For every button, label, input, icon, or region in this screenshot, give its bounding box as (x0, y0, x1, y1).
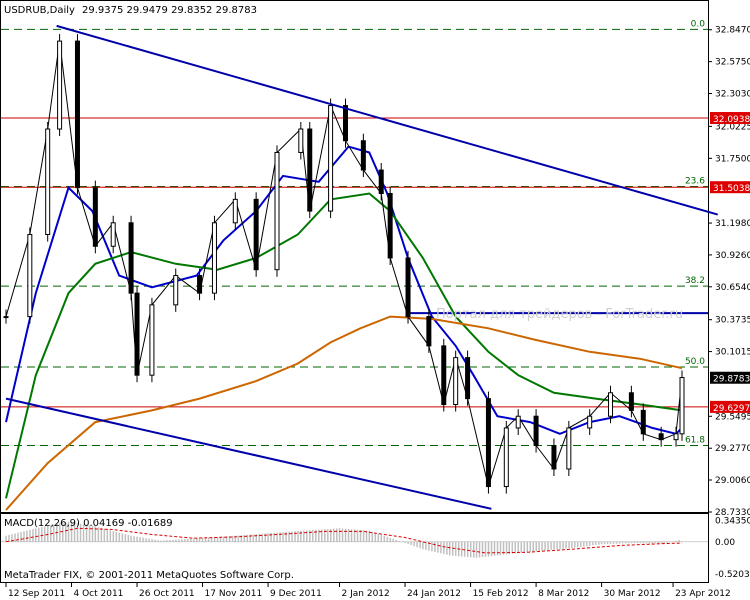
candle-body (197, 275, 203, 294)
y-axis-tick-label: 29.2770 (715, 444, 750, 454)
candle-body (253, 198, 259, 271)
candle-body (298, 128, 304, 153)
candle-body (465, 357, 471, 400)
x-axis-tick-label: 12 Sep 2011 (8, 589, 65, 599)
trend-channel-layer (5, 24, 719, 510)
x-axis-tick-label: 2 Jan 2012 (342, 589, 390, 599)
candle-body (3, 316, 9, 319)
candle-body (378, 169, 384, 194)
watermark: Портал для трейдеров - ForTrader.ru (436, 307, 683, 322)
macd-y-tick-label: 0.34350 (715, 517, 750, 527)
candle-body (211, 222, 217, 294)
price-tag-label: 31.5038 (713, 184, 750, 194)
candle-body (533, 415, 539, 447)
x-axis-tick-label: 15 Feb 2012 (473, 589, 529, 599)
y-axis-tick-label: 31.1980 (715, 219, 750, 229)
y-axis-tick-label: 32.8470 (715, 26, 750, 36)
candle-body (405, 257, 411, 318)
fib-level-label: 50.0 (685, 357, 705, 367)
level-lines-layer: 0.0 23.6 38.2 50.0 61.8 (1, 19, 708, 447)
candle-body (679, 377, 685, 435)
fib-level-label: 61.8 (685, 436, 705, 446)
macd-y-tick-label: 0.00 (715, 538, 735, 548)
y-axis-tick-label: 28.7330 (715, 508, 750, 518)
macd-y-tick-label: -0.52038 (715, 570, 750, 580)
usdrub-chart: 0.023.638.250.061.8 0.343500.00-0.52038 … (0, 0, 750, 599)
y-axis-tick-label: 30.6540 (715, 283, 750, 293)
channel-lower-line (5, 397, 492, 510)
price-tag-label: 29.8783 (713, 375, 750, 385)
x-axis-tick-label: 24 Jan 2012 (407, 589, 461, 599)
y-axis-tick-label: 29.0060 (715, 476, 750, 486)
candle-body (232, 198, 238, 224)
fib-level-label: 23.6 (685, 176, 705, 186)
candle-body (551, 445, 557, 470)
candle-body (128, 222, 134, 294)
macd-indicator-label: MACD(12,26,9) 0.04169 -0.01689 (4, 518, 173, 529)
candle-body (640, 409, 646, 435)
candle-body (515, 415, 521, 429)
candle-body (149, 304, 155, 376)
candle-body (426, 316, 432, 347)
y-axis-tick-label: 30.3735 (715, 316, 750, 326)
candle-body (173, 275, 179, 306)
candle-body (387, 192, 393, 259)
candle-body (453, 357, 459, 406)
x-axis-tick-label: 23 Apr 2012 (675, 589, 731, 599)
ohlc-readout: 29.9375 29.9479 29.8352 29.8783 (82, 5, 257, 16)
candle-body (45, 128, 51, 236)
x-axis-tick-label: 30 Mar 2012 (604, 589, 661, 599)
y-axis-tick-label: 30.1015 (715, 348, 750, 358)
channel-upper-line (56, 24, 719, 216)
candle-body (608, 392, 614, 417)
price-tag-label: 29.6297 (713, 404, 750, 414)
candle-body (328, 105, 334, 212)
y-axis-tick-label: 30.9260 (715, 251, 750, 261)
x-axis-tick-label: 8 Mar 2012 (538, 589, 589, 599)
candle-body (441, 345, 447, 406)
moving-averages-layer (5, 145, 683, 511)
fib-level-label: 0.0 (691, 19, 706, 29)
candle-body (110, 222, 116, 247)
candle-body (342, 105, 348, 142)
symbol-label: USDRUB,Daily (4, 5, 75, 16)
candle-body (74, 40, 80, 189)
y-axis-tick-label: 31.7500 (715, 154, 750, 164)
fib-level-label: 38.2 (685, 276, 705, 286)
candle-body (658, 433, 664, 441)
y-axis-tick-label: 32.5750 (715, 58, 750, 68)
candle-body (485, 398, 491, 488)
candle-body (587, 415, 593, 429)
price-tag-label: 32.0938 (713, 115, 750, 125)
y-axis-tick-label: 32.3030 (715, 90, 750, 100)
candle-body (57, 40, 63, 130)
mid-ma-line (5, 192, 683, 499)
candle-body (566, 427, 572, 470)
x-axis-tick-label: 9 Dec 2011 (270, 589, 322, 599)
slow-ma-line (5, 315, 683, 511)
x-axis-tick-label: 26 Oct 2011 (139, 589, 195, 599)
candle-body (360, 140, 366, 171)
candle-body (274, 151, 280, 271)
candle-body (503, 427, 509, 488)
main-plot-frame (0, 0, 709, 513)
candle-body (92, 187, 98, 247)
candle-body (628, 392, 634, 411)
candle-body (134, 292, 140, 376)
candle-body (673, 433, 679, 441)
x-axis-tick-label: 17 Nov 2011 (205, 589, 263, 599)
x-axis-tick-label: 4 Oct 2011 (74, 589, 124, 599)
candle-body (27, 234, 33, 318)
copyright-footer: MetaTrader FIX, © 2001-2011 MetaQuotes S… (4, 570, 294, 581)
fast-ma-line (5, 145, 683, 435)
candle-body (307, 128, 313, 212)
